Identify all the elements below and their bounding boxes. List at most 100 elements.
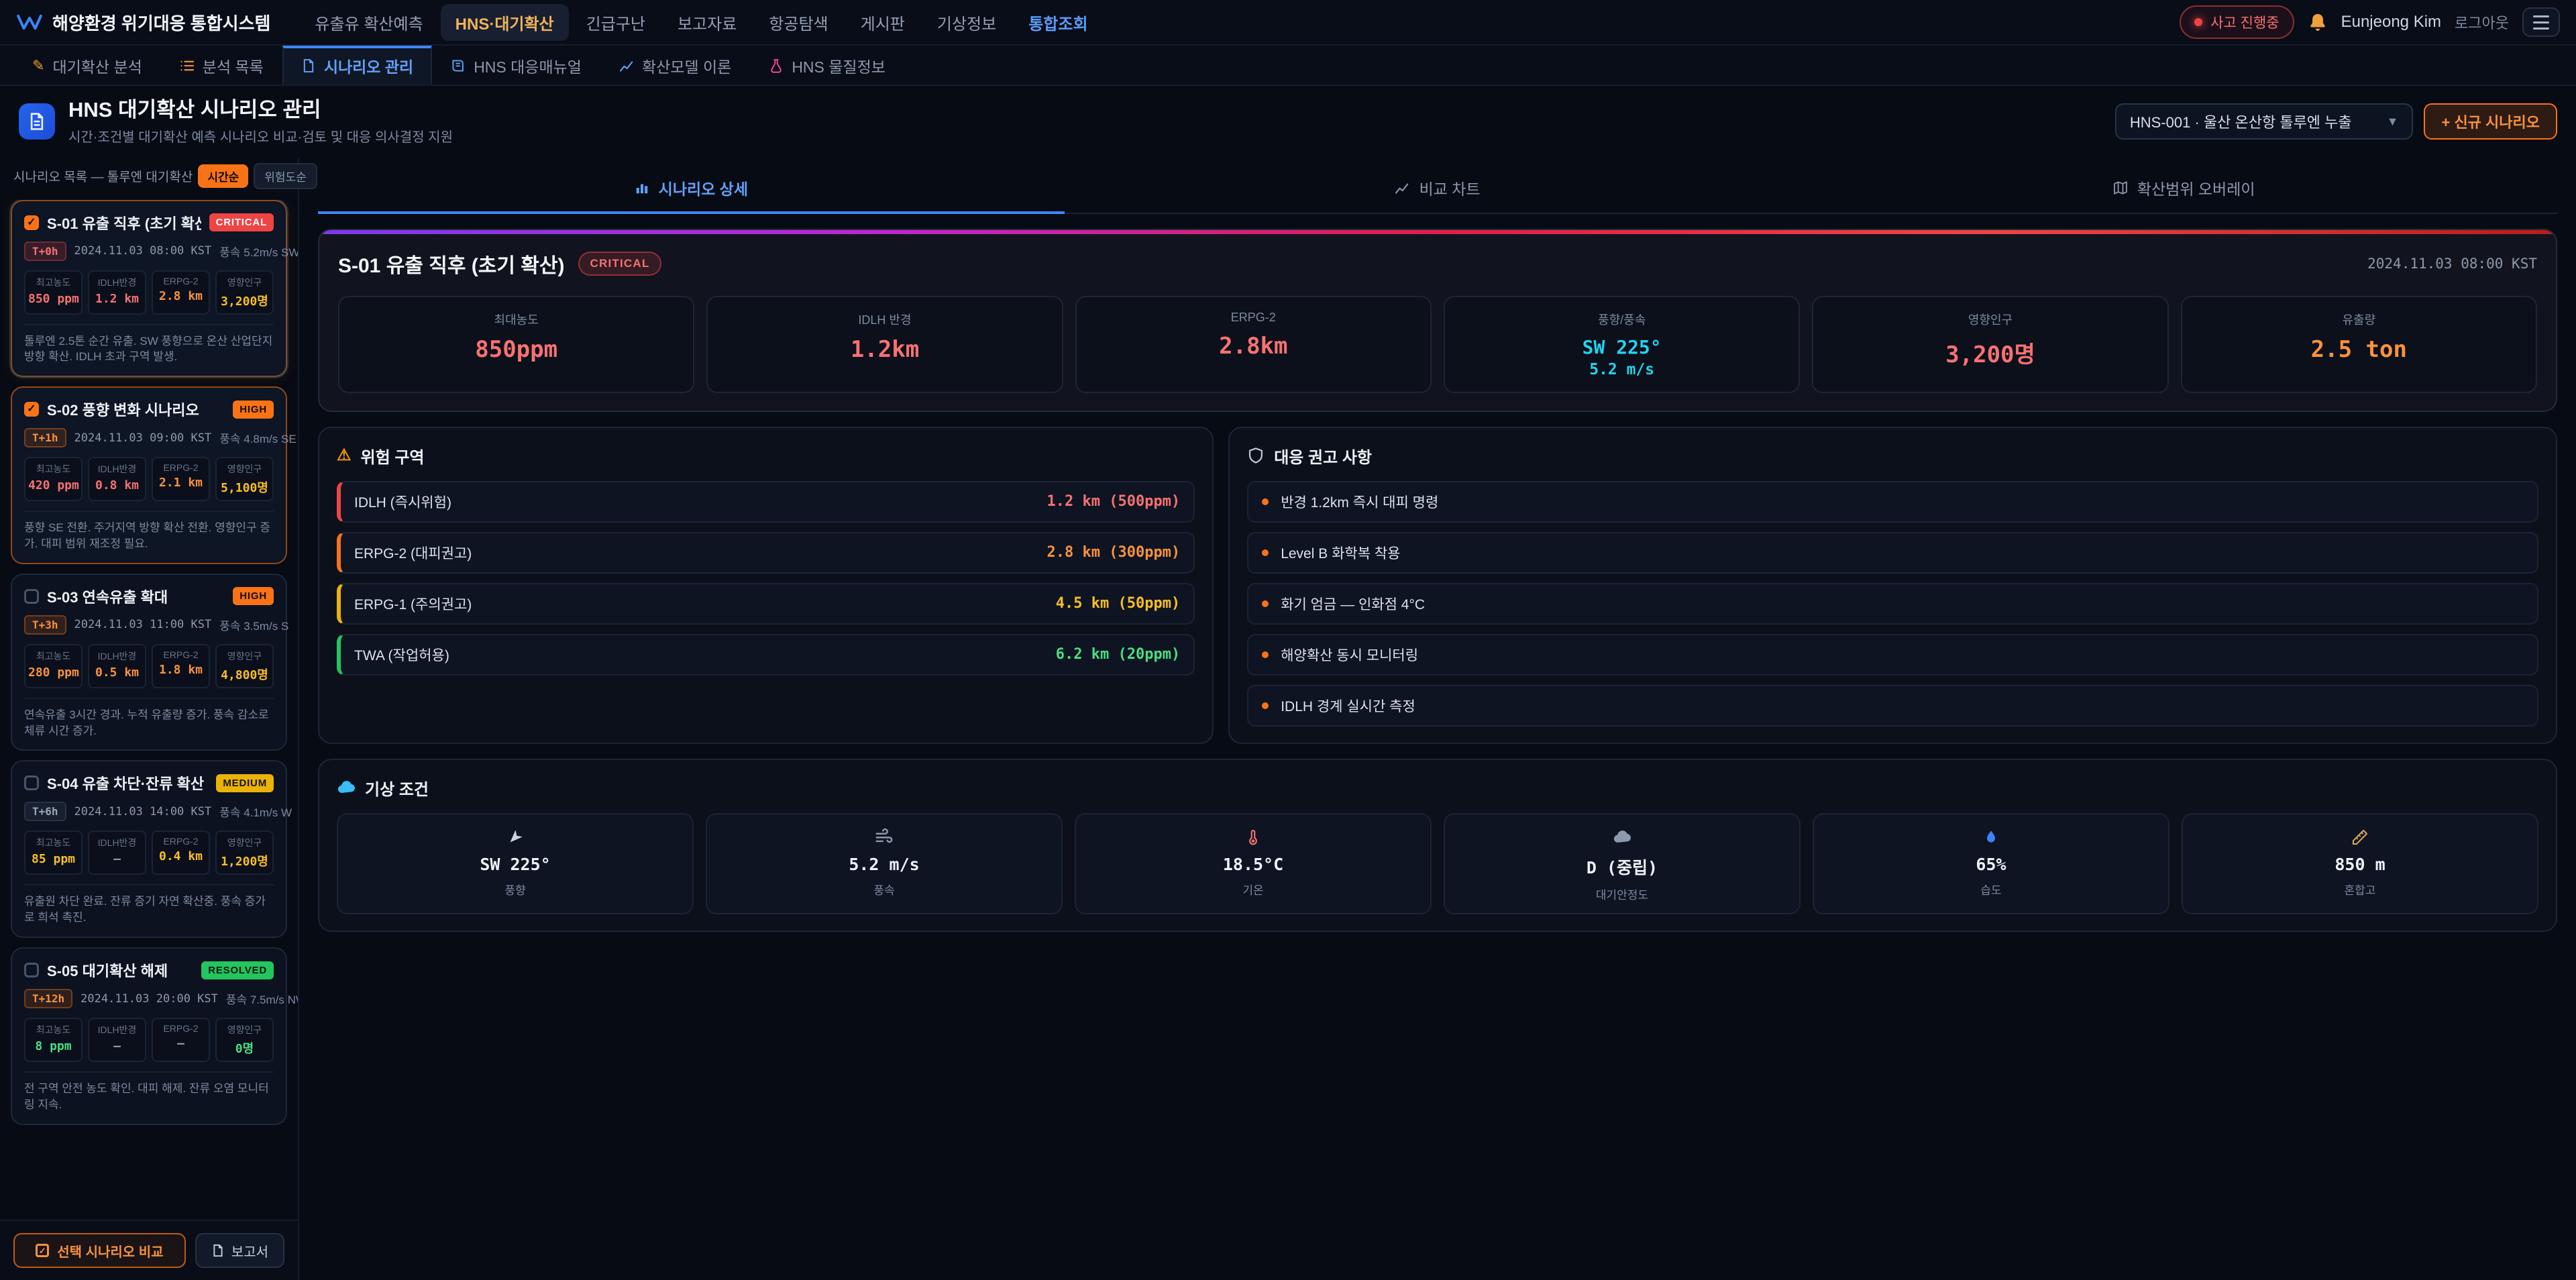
map-icon [2113,180,2128,195]
user-name: Eunjeong Kim [2341,13,2441,32]
metric-peak-concentration: 최고농도 85 ppm [24,831,83,875]
metric-peak-concentration: 최고농도 280 ppm [24,644,83,688]
metric-value: 2.8 km [156,289,206,303]
metric-label: ERPG-2 [156,836,206,847]
recommendation-item: 해양확산 동시 모니터링 [1247,634,2538,676]
weather-value: D (중립) [1587,855,1658,879]
weather-tile-stability: D (중립) 대기안정도 [1444,813,1801,914]
scenario-card-s04[interactable]: S-04 유출 차단·잔류 확산 MEDIUM T+6h 2024.11.03 … [11,760,287,938]
nav-item-emergency-rescue[interactable]: 긴급구난 [572,4,660,41]
kpi-label: 영향인구 [1821,311,2159,328]
bullet-icon [1262,651,1269,658]
recommendation-item: IDLH 경계 실시간 측정 [1247,685,2538,727]
notification-bell-icon[interactable] [2308,12,2328,32]
recommendation-text: IDLH 경계 실시간 측정 [1281,696,1415,716]
tab-analysis-list[interactable]: 분석 목록 [161,46,282,85]
nav-item-weather-info[interactable]: 기상정보 [922,4,1011,41]
scenario-checkbox[interactable] [24,963,39,977]
kpi-value: 1.2km [716,336,1053,363]
risk-zones-title: ⚠ 위험 구역 [337,444,1195,468]
metric-idlh-radius: IDLH반경 0.5 km [88,644,146,688]
kpi-erpg2: ERPG-2 2.8km [1075,296,1432,393]
main-tab-scenario-detail[interactable]: 시나리오 상세 [318,166,1065,214]
scenario-title: S-02 풍향 변화 시나리오 [47,398,225,420]
metric-label: 최고농도 [28,276,78,289]
logout-button[interactable]: 로그아웃 [2455,11,2509,33]
recommendations-title: 대응 권고 사항 [1247,444,2538,468]
kpi-value: 2.8km [1085,333,1422,360]
scenario-title: S-01 유출 직후 (초기 확산) [47,212,201,233]
nav-item-report-materials[interactable]: 보고자료 [663,4,751,41]
metric-label: IDLH반경 [92,649,142,663]
metric-peak-concentration: 최고농도 420 ppm [24,457,83,501]
scenario-checkbox[interactable] [24,589,39,604]
weather-value: 850 m [2334,855,2385,874]
scenario-level-badge: HIGH [233,401,274,419]
metric-peak-concentration: 최고농도 8 ppm [24,1018,83,1062]
brand-wing-icon [16,13,43,32]
tab-hns-response-manual[interactable]: HNS 대응매뉴얼 [432,46,600,85]
metric-value: 1.2 km [92,292,142,306]
metric-erpg2: ERPG-2 2.1 km [152,457,210,501]
main-tab-dispersion-overlay[interactable]: 확산범위 오버레이 [1811,166,2557,214]
recommendation-item: 반경 1.2km 즉시 대피 명령 [1247,481,2538,523]
kpi-value: 850ppm [347,336,685,363]
sort-by-time-button[interactable]: 시간순 [198,164,248,188]
new-scenario-button[interactable]: + 신규 시나리오 [2424,103,2557,140]
main-tab-label: 시나리오 상세 [659,176,748,199]
kpi-affected-population: 영향인구 3,200명 [1812,296,2168,393]
tab-hns-substance-info[interactable]: HNS 물질정보 [750,46,904,85]
main-content: 시나리오 상세 비교 차트 확산범위 오버레이 [299,158,2576,1280]
nav-item-aerial-search[interactable]: 항공탐색 [754,4,843,41]
scenario-card-s05[interactable]: S-05 대기확산 해제 RESOLVED T+12h 2024.11.03 2… [11,947,287,1125]
tab-air-dispersion-analysis[interactable]: ✎ 대기확산 분석 [13,46,161,85]
menu-hamburger-icon[interactable] [2522,7,2560,37]
scenario-card-s02[interactable]: S-02 풍향 변화 시나리오 HIGH T+1h 2024.11.03 09:… [11,386,287,564]
weather-tile-wind-direction: SW 225° 풍향 [337,813,694,914]
scenario-checkbox[interactable] [24,402,39,417]
page-header-actions: HNS-001 · 울산 온산항 톨루엔 누출 ▼ + 신규 시나리오 [2115,103,2557,140]
risk-zone-row-idlh: IDLH (즉시위험) 1.2 km (500ppm) [337,481,1195,523]
nav-item-bulletin-board[interactable]: 게시판 [846,4,920,41]
risk-zone-row-twa: TWA (작업허용) 6.2 km (20ppm) [337,634,1195,676]
risk-zones-panel: ⚠ 위험 구역 IDLH (즉시위험) 1.2 km (500ppm) ERPG… [318,427,1214,744]
weather-value: SW 225° [480,855,550,874]
scenario-card-s01[interactable]: S-01 유출 직후 (초기 확산) CRITICAL T+0h 2024.11… [11,200,287,378]
scenario-detail-title: S-01 유출 직후 (초기 확산) [338,249,565,278]
tab-dispersion-model-theory[interactable]: 확산모델 이론 [600,46,750,85]
kpi-value: 2.5 ton [2190,336,2528,363]
metric-value: 0.8 km [92,478,142,492]
tab-scenario-management[interactable]: 시나리오 관리 [282,46,432,85]
report-button[interactable]: 보고서 [195,1233,284,1268]
scenario-card-s03[interactable]: S-03 연속유출 확대 HIGH T+3h 2024.11.03 11:00 … [11,574,287,751]
compare-scenarios-button[interactable]: ✓ 선택 시나리오 비교 [13,1233,186,1268]
flask-icon [769,58,784,73]
risk-zone-row-erpg1: ERPG-1 (주의권고) 4.5 km (50ppm) [337,583,1195,625]
kpi-label: 최대농도 [347,311,685,328]
incident-in-progress-badge[interactable]: 사고 진행중 [2180,5,2294,39]
main-tab-comparison-chart[interactable]: 비교 차트 [1065,166,1811,214]
risk-zone-value: 4.5 km (50ppm) [1056,595,1180,612]
risk-zone-label: ERPG-1 (주의권고) [354,594,472,614]
weather-tile-temperature: 18.5°C 기온 [1075,813,1432,914]
incident-select[interactable]: HNS-001 · 울산 온산항 톨루엔 누출 ▼ [2115,103,2414,140]
weather-label: 대기안정도 [1596,886,1648,902]
metric-label: 영향인구 [219,462,270,476]
response-recommendations-panel: 대응 권고 사항 반경 1.2km 즉시 대피 명령 Level B 화학복 착… [1228,427,2557,744]
nav-item-oil-spill-prediction[interactable]: 유출유 확산예측 [300,4,437,41]
scenario-datetime: 2024.11.03 09:00 KST [74,431,212,445]
scenario-checkbox[interactable] [24,776,39,790]
metric-idlh-radius: IDLH반경 — [88,1018,146,1062]
app-root: 해양환경 위기대응 통합시스템 유출유 확산예측 HNS·대기확산 긴급구난 보… [0,0,2576,1280]
document-icon [301,58,316,73]
scenario-checkbox[interactable] [24,215,39,230]
checkbox-icon: ✓ [36,1244,49,1257]
incident-badge-label: 사고 진행중 [2210,12,2279,32]
metric-erpg2: ERPG-2 0.4 km [152,831,210,875]
tab-label: HNS 대응매뉴얼 [474,54,582,77]
nav-item-integrated-search[interactable]: 통합조회 [1014,4,1102,41]
scenario-datetime: 2024.11.03 11:00 KST [74,618,212,631]
nav-item-hns-air-dispersion[interactable]: HNS·대기확산 [441,4,569,41]
recommendation-item: Level B 화학복 착용 [1247,532,2538,574]
metric-label: IDLH반경 [92,276,142,289]
